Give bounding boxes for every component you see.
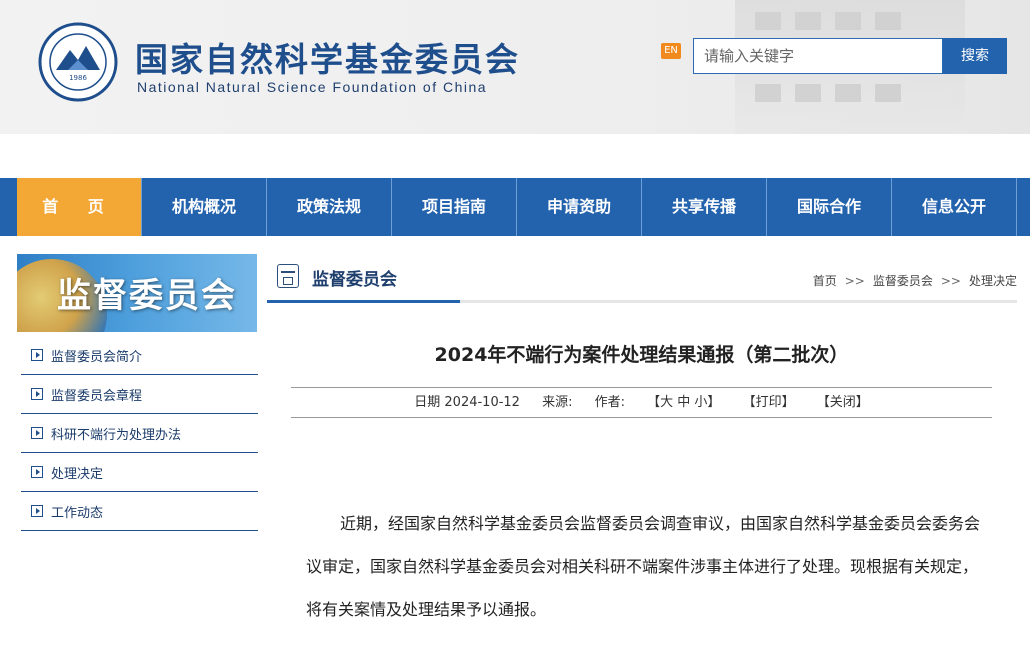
nav-guide[interactable]: 项目指南 <box>392 178 517 236</box>
article-title: 2024年不端行为案件处理结果通报（第二批次） <box>434 344 849 366</box>
sidebar-banner: 监督委员会 <box>17 254 257 332</box>
nav-disclosure[interactable]: 信息公开 <box>892 178 1017 236</box>
sidebar-item-label: 工作动态 <box>51 505 104 521</box>
breadcrumb-current[interactable]: 处理决定 <box>969 274 1017 288</box>
article-meta: 日期 2024-10-12 来源: 作者: 【大 中 小】 【打印】 【关闭】 <box>291 387 992 418</box>
site-subtitle: National Natural Science Foundation of C… <box>137 79 488 95</box>
arrow-right-icon <box>31 388 43 400</box>
breadcrumb-home[interactable]: 首页 <box>813 274 837 288</box>
article-body: 近期，经国家自然科学基金委员会监督委员会调查审议，由国家自然科学基金委员会委务会… <box>306 514 981 619</box>
nav-about[interactable]: 机构概况 <box>142 178 267 236</box>
main-nav: 首 页 机构概况 政策法规 项目指南 申请资助 共享传播 国际合作 信息公开 <box>0 178 1030 236</box>
article-date: 日期 2024-10-12 <box>414 395 520 410</box>
nav-sharing[interactable]: 共享传播 <box>642 178 767 236</box>
document-icon <box>277 264 299 288</box>
nsfc-logo[interactable]: 1986 <box>38 22 118 102</box>
section-accent-bar <box>267 300 460 303</box>
sidebar-item-misconduct-rules[interactable]: 科研不端行为处理办法 <box>21 414 258 453</box>
sidebar-item-label: 监督委员会章程 <box>51 388 143 404</box>
sidebar-item-intro[interactable]: 监督委员会简介 <box>21 336 258 375</box>
nav-funding[interactable]: 申请资助 <box>517 178 642 236</box>
breadcrumb: 首页 >> 监督委员会 >> 处理决定 <box>813 272 1017 289</box>
svg-text:1986: 1986 <box>69 74 87 82</box>
sidebar-menu: 监督委员会简介 监督委员会章程 科研不端行为处理办法 处理决定 工作动态 <box>21 336 258 531</box>
section-header: 监督委员会 首页 >> 监督委员会 >> 处理决定 <box>267 254 1017 303</box>
arrow-right-icon <box>31 505 43 517</box>
search-input[interactable] <box>693 38 943 74</box>
arrow-right-icon <box>31 349 43 361</box>
sidebar-item-charter[interactable]: 监督委员会章程 <box>21 375 258 414</box>
arrow-right-icon <box>31 427 43 439</box>
sidebar-item-news[interactable]: 工作动态 <box>21 492 258 531</box>
breadcrumb-separator: >> <box>844 274 865 288</box>
nav-policy[interactable]: 政策法规 <box>267 178 392 236</box>
site-title: 国家自然科学基金委员会 <box>135 40 520 79</box>
article-author: 作者: <box>594 395 626 410</box>
sidebar-item-decisions[interactable]: 处理决定 <box>21 453 258 492</box>
arrow-right-icon <box>31 466 43 478</box>
breadcrumb-separator: >> <box>940 274 961 288</box>
nav-international[interactable]: 国际合作 <box>767 178 892 236</box>
site-header: 1986 国家自然科学基金委员会 National Natural Scienc… <box>0 0 1030 134</box>
article-source: 来源: <box>542 395 573 410</box>
sidebar-banner-title: 监督委员会 <box>57 276 237 316</box>
font-size-toggle[interactable]: 【大 中 小】 <box>647 395 720 410</box>
print-button[interactable]: 【打印】 <box>743 395 795 410</box>
breadcrumb-section[interactable]: 监督委员会 <box>873 274 933 288</box>
sidebar-item-label: 监督委员会简介 <box>51 349 143 365</box>
close-button[interactable]: 【关闭】 <box>817 395 869 410</box>
sidebar-item-label: 处理决定 <box>51 466 104 482</box>
search-button[interactable]: 搜索 <box>943 38 1007 74</box>
section-title: 监督委员会 <box>312 270 397 290</box>
nav-home[interactable]: 首 页 <box>17 178 142 236</box>
english-version-link[interactable]: EN <box>661 43 681 59</box>
sidebar-item-label: 科研不端行为处理办法 <box>51 427 182 443</box>
